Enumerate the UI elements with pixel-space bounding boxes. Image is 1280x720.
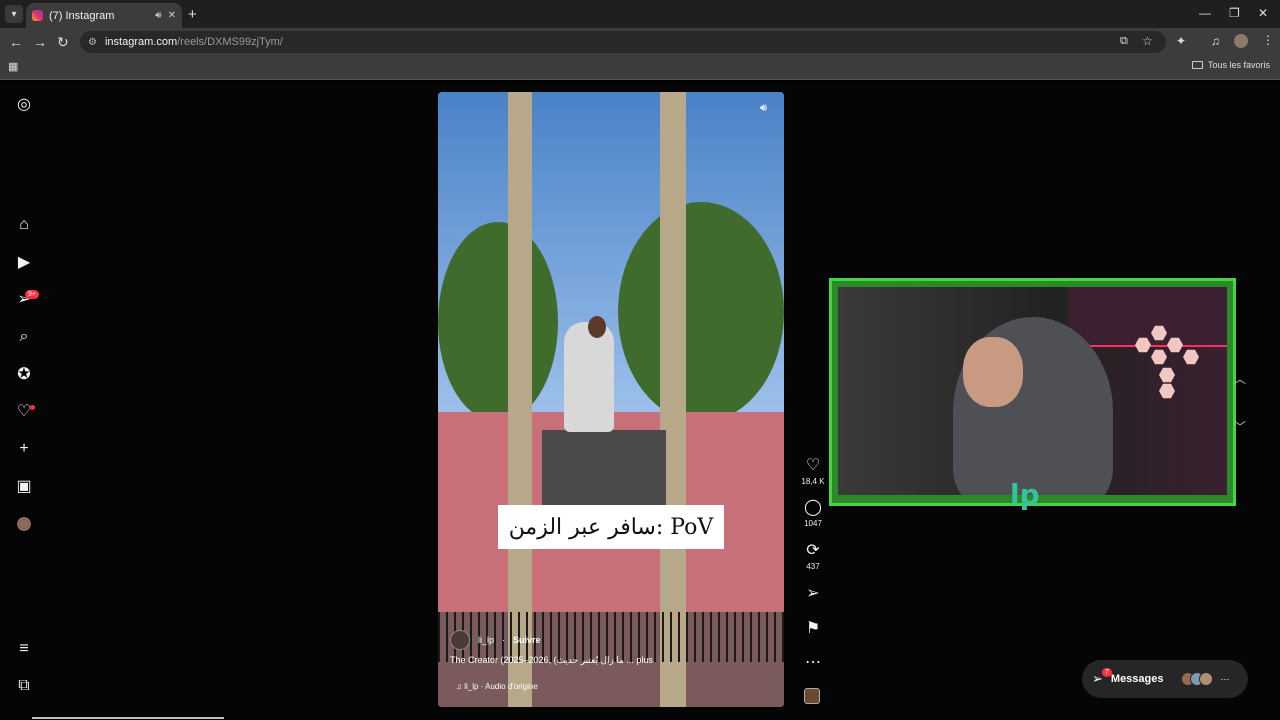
music-note-icon: ♫ [456, 682, 465, 691]
previous-reel-icon[interactable]: ︿ [1234, 370, 1246, 387]
create-icon[interactable]: + [15, 440, 33, 458]
folder-icon [1191, 61, 1203, 69]
video-tree [618, 202, 784, 422]
author-avatar[interactable] [450, 630, 470, 650]
recent-chat-avatars [1180, 672, 1213, 686]
explore-icon[interactable]: ✪ [15, 365, 33, 383]
tab-title: (7) Instagram [49, 9, 115, 22]
search-icon[interactable]: ⌕ [15, 328, 33, 346]
author-name[interactable]: li_lp [478, 635, 494, 645]
streamer-face [963, 337, 1023, 407]
activity-dot [30, 405, 35, 410]
forward-button[interactable]: → [33, 34, 47, 50]
overlay-logo: lp [1010, 478, 1040, 511]
avatar [1198, 672, 1213, 686]
comment-count: 1047 [804, 519, 822, 528]
tab-search-button[interactable]: ▾ [5, 5, 23, 23]
browser-tab[interactable]: (7) Instagram 🔊︎ ✕ [26, 3, 182, 28]
new-tab-button[interactable]: + [188, 6, 197, 23]
speaker-icon[interactable]: 🔊︎ [155, 10, 161, 21]
notifications-badge: 9+ [25, 290, 39, 299]
like-button[interactable]: ♡ [800, 455, 826, 475]
messages-label: Messages [1110, 673, 1164, 685]
follow-button[interactable]: Suivre [513, 635, 541, 645]
meta-apps-icon[interactable]: ⧉ [15, 677, 33, 695]
address-bar[interactable]: ⚙ instagram.com/reels/DXMS99zjTym/ [80, 31, 1166, 53]
reel-description[interactable]: The Creator (2025–2026, (ما زال يُعتبر ح… [450, 655, 780, 666]
audio-label: li_lp · Audio d'origine [464, 682, 538, 691]
url-host: instagram.com [104, 36, 178, 48]
instagram-favicon-icon [32, 10, 43, 21]
reel-author: li_lp · Suivre [450, 630, 541, 650]
more-menu-icon[interactable]: ≡ [15, 640, 33, 658]
like-count: 18,4 K [801, 477, 825, 486]
video-person [564, 322, 614, 432]
audio-thumbnail[interactable] [804, 688, 820, 704]
video-tree [438, 222, 558, 422]
video-person-head [588, 316, 606, 338]
save-button[interactable]: ⚑ [800, 618, 826, 638]
messages-button[interactable]: ➢ 7 Messages ⋯ [1082, 660, 1248, 698]
restore-button[interactable]: ❐ [1229, 6, 1240, 20]
close-tab-icon[interactable]: ✕ [168, 10, 176, 21]
repost-button[interactable]: ⟳ [800, 540, 826, 560]
comment-button[interactable]: ◯ [800, 497, 826, 517]
apps-grid-icon[interactable]: ▦ [8, 60, 18, 73]
next-reel-icon[interactable]: ﹀ [1234, 418, 1246, 435]
messages-badge: 7 [1102, 668, 1112, 677]
home-icon[interactable]: ⌂ [15, 216, 33, 234]
repost-count: 437 [806, 562, 820, 571]
url-path: /reels/DXMS99zjTym/ [177, 36, 283, 48]
all-bookmarks-label: Tous les favoris [1207, 60, 1270, 70]
mute-icon[interactable]: 🔊︎ [760, 102, 767, 115]
instagram-logo-icon[interactable]: ◎ [15, 95, 33, 113]
video-overlay-text: سافر عبر الزمن: PoV [498, 505, 724, 549]
reels-icon[interactable]: ▶ [15, 253, 33, 271]
media-control-icon[interactable]: ♫ [1211, 34, 1220, 48]
all-bookmarks-folder[interactable]: Tous les favoris [1191, 60, 1270, 70]
horizontal-scrollbar[interactable] [32, 717, 224, 719]
share-button[interactable]: ➢ [800, 583, 826, 603]
menu-icon[interactable]: ⋮ [1262, 33, 1274, 47]
minimize-button[interactable]: — [1199, 6, 1211, 20]
back-button[interactable]: ← [9, 34, 23, 50]
site-info-icon[interactable]: ⚙ [88, 37, 97, 48]
profile-avatar[interactable] [1234, 34, 1248, 48]
reload-button[interactable]: ↻ [57, 34, 69, 51]
chevron-down-icon: ▾ [11, 8, 17, 20]
close-window-button[interactable]: ✕ [1258, 6, 1268, 20]
bookmark-star-icon[interactable]: ☆ [1142, 34, 1153, 48]
webcam-neon [1068, 287, 1227, 347]
profile-icon[interactable] [17, 517, 31, 531]
extensions-icon[interactable]: ✦ [1176, 34, 1186, 48]
install-app-icon[interactable]: ⧉ [1120, 35, 1128, 48]
webcam-feed [838, 287, 1227, 495]
reel-video[interactable]: سافر عبر الزمن: PoV 🔊︎ li_lp · Suivre Th… [438, 92, 784, 707]
more-options-button[interactable]: ⋯ [800, 652, 826, 672]
more-icon: ⋯ [1220, 673, 1230, 684]
dashboard-icon[interactable]: ▣ [15, 477, 33, 495]
separator: · [502, 635, 506, 645]
bookmarks-bar [0, 56, 1280, 80]
audio-link[interactable]: ♫ li_lp · Audio d'origine [456, 682, 538, 691]
